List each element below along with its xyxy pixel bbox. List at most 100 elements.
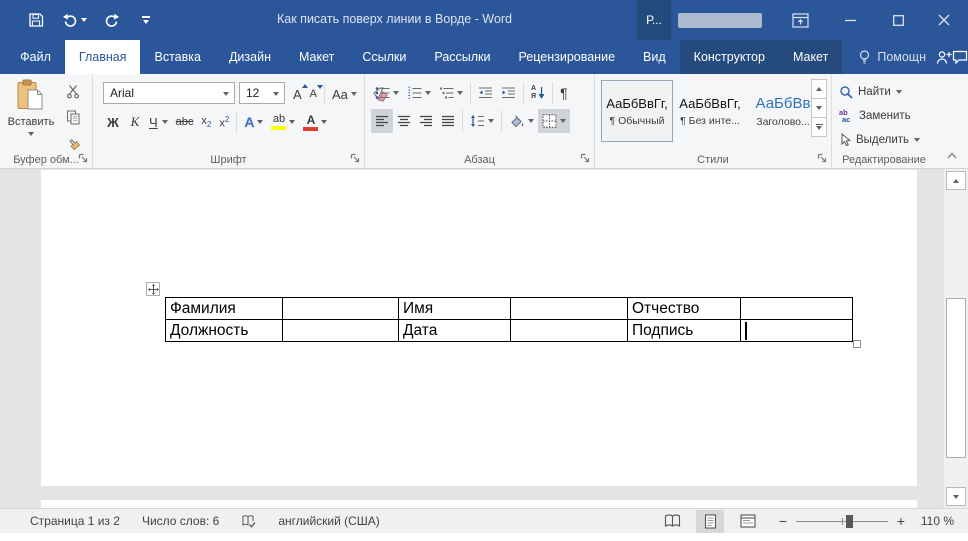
show-marks-button[interactable]: ¶ bbox=[556, 81, 572, 105]
zoom-slider[interactable] bbox=[796, 510, 888, 533]
tell-me-help[interactable]: Помощн bbox=[848, 40, 936, 74]
close-button[interactable] bbox=[926, 0, 962, 40]
zoom-level[interactable]: 110 % bbox=[908, 514, 954, 528]
collapse-ribbon-button[interactable] bbox=[944, 148, 960, 162]
table-cell[interactable] bbox=[282, 297, 399, 320]
align-right-button[interactable] bbox=[415, 109, 437, 133]
font-color-button[interactable]: А bbox=[299, 110, 331, 134]
grow-font-button[interactable]: А bbox=[289, 82, 308, 106]
increase-indent-button[interactable] bbox=[497, 81, 520, 105]
style-no-spacing[interactable]: АаБбВвГг, ¶ Без инте... bbox=[674, 80, 746, 142]
ribbon-display-options-button[interactable] bbox=[782, 0, 818, 40]
scrollbar-thumb[interactable] bbox=[946, 298, 966, 458]
proofing-status[interactable] bbox=[241, 514, 256, 529]
table-cell[interactable]: Имя bbox=[398, 297, 511, 320]
format-painter-button[interactable] bbox=[61, 133, 85, 153]
strikethrough-button[interactable]: abc bbox=[172, 110, 198, 134]
table-cell[interactable]: Дата bbox=[398, 319, 511, 342]
styles-gallery-more-button[interactable] bbox=[811, 117, 827, 137]
minimize-button[interactable] bbox=[832, 0, 868, 40]
style-heading1[interactable]: АаБбВв Заголово... bbox=[747, 80, 819, 142]
text-effects-button[interactable]: А bbox=[240, 110, 267, 134]
line-spacing-button[interactable] bbox=[466, 109, 498, 133]
font-size-combobox[interactable]: 12 bbox=[239, 82, 285, 104]
comments-button[interactable] bbox=[952, 40, 968, 74]
save-button[interactable] bbox=[26, 10, 46, 30]
copy-button[interactable] bbox=[61, 107, 85, 127]
tab-design[interactable]: Дизайн bbox=[215, 40, 285, 74]
word-count[interactable]: Число слов: 6 bbox=[142, 514, 219, 528]
language-indicator[interactable]: английский (США) bbox=[278, 514, 379, 528]
shrink-font-button[interactable]: А bbox=[306, 82, 324, 106]
customize-qat-button[interactable] bbox=[136, 10, 156, 30]
table-cell[interactable] bbox=[740, 319, 853, 342]
maximize-button[interactable] bbox=[880, 0, 916, 40]
bullets-button[interactable] bbox=[371, 81, 403, 105]
zoom-in-button[interactable]: + bbox=[894, 513, 908, 529]
tab-file[interactable]: Файл bbox=[6, 40, 65, 74]
redo-button[interactable] bbox=[102, 10, 122, 30]
table-cell[interactable] bbox=[740, 297, 853, 320]
table-resize-handle[interactable] bbox=[853, 340, 861, 348]
styles-scroll-down-button[interactable] bbox=[811, 98, 827, 118]
borders-button[interactable] bbox=[538, 109, 570, 133]
scrollbar-up-button[interactable] bbox=[946, 171, 966, 190]
justify-button[interactable] bbox=[437, 109, 459, 133]
underline-button[interactable]: Ч bbox=[145, 110, 172, 134]
tab-references[interactable]: Ссылки bbox=[348, 40, 420, 74]
change-case-button[interactable]: Aa bbox=[328, 82, 361, 106]
tab-view[interactable]: Вид bbox=[629, 40, 680, 74]
align-center-button[interactable] bbox=[393, 109, 415, 133]
table-cell[interactable]: Подпись bbox=[627, 319, 741, 342]
align-left-button[interactable] bbox=[371, 109, 393, 133]
user-account-badge[interactable]: Р... bbox=[637, 0, 671, 40]
zoom-out-button[interactable]: − bbox=[776, 513, 790, 529]
superscript-button[interactable]: x2 bbox=[215, 110, 233, 134]
bold-button[interactable]: Ж bbox=[101, 110, 125, 134]
italic-button[interactable]: К bbox=[125, 110, 145, 134]
table-cell[interactable]: Отчество bbox=[627, 297, 741, 320]
paste-button[interactable]: Вставить bbox=[5, 79, 57, 159]
multilevel-list-button[interactable] bbox=[435, 81, 467, 105]
paragraph-dialog-launcher[interactable] bbox=[580, 153, 591, 164]
styles-dialog-launcher[interactable] bbox=[817, 153, 828, 164]
tab-insert[interactable]: Вставка bbox=[140, 40, 214, 74]
table-cell[interactable]: Фамилия bbox=[165, 297, 283, 320]
page-indicator[interactable]: Страница 1 из 2 bbox=[30, 514, 120, 528]
tab-home[interactable]: Главная bbox=[64, 40, 141, 74]
replace-button[interactable]: ab ac Заменить bbox=[839, 106, 911, 126]
tab-table-design[interactable]: Конструктор bbox=[680, 40, 779, 74]
tab-table-layout[interactable]: Макет bbox=[779, 40, 842, 74]
find-button[interactable]: Найти bbox=[839, 82, 902, 102]
web-layout-button[interactable] bbox=[734, 510, 762, 533]
zoom-slider-thumb[interactable] bbox=[846, 514, 853, 528]
font-dialog-launcher[interactable] bbox=[350, 153, 361, 164]
decrease-indent-button[interactable] bbox=[474, 81, 497, 105]
styles-scroll-up-button[interactable] bbox=[811, 79, 827, 99]
vertical-scrollbar[interactable] bbox=[943, 169, 968, 508]
subscript-button[interactable]: x2 bbox=[197, 110, 215, 134]
table-move-handle[interactable] bbox=[146, 282, 160, 296]
tab-mailings[interactable]: Рассылки bbox=[420, 40, 504, 74]
sort-button[interactable]: АЯ bbox=[527, 81, 549, 105]
tab-layout[interactable]: Макет bbox=[285, 40, 348, 74]
undo-dropdown-arrow-icon[interactable] bbox=[81, 18, 87, 22]
highlight-button[interactable]: ab bbox=[267, 110, 299, 134]
select-button[interactable]: Выделить bbox=[839, 130, 921, 150]
undo-button[interactable] bbox=[60, 10, 88, 30]
table-cell[interactable] bbox=[510, 319, 628, 342]
font-name-combobox[interactable]: Arial bbox=[103, 82, 235, 104]
numbering-button[interactable] bbox=[403, 81, 435, 105]
table-cell[interactable] bbox=[510, 297, 628, 320]
table-cell[interactable] bbox=[282, 319, 399, 342]
cut-button[interactable] bbox=[61, 81, 85, 101]
document-page-2[interactable] bbox=[41, 500, 917, 508]
print-layout-button[interactable] bbox=[696, 509, 724, 533]
style-normal[interactable]: АаБбВвГг, ¶ Обычный bbox=[601, 80, 673, 142]
tab-review[interactable]: Рецензирование bbox=[505, 40, 630, 74]
document-table[interactable]: Фамилия Имя Отчество Должность Дата Подп… bbox=[165, 297, 853, 342]
read-mode-button[interactable] bbox=[658, 510, 686, 533]
clipboard-dialog-launcher[interactable] bbox=[78, 153, 89, 164]
scrollbar-down-button[interactable] bbox=[946, 487, 966, 506]
share-button[interactable] bbox=[936, 40, 952, 74]
